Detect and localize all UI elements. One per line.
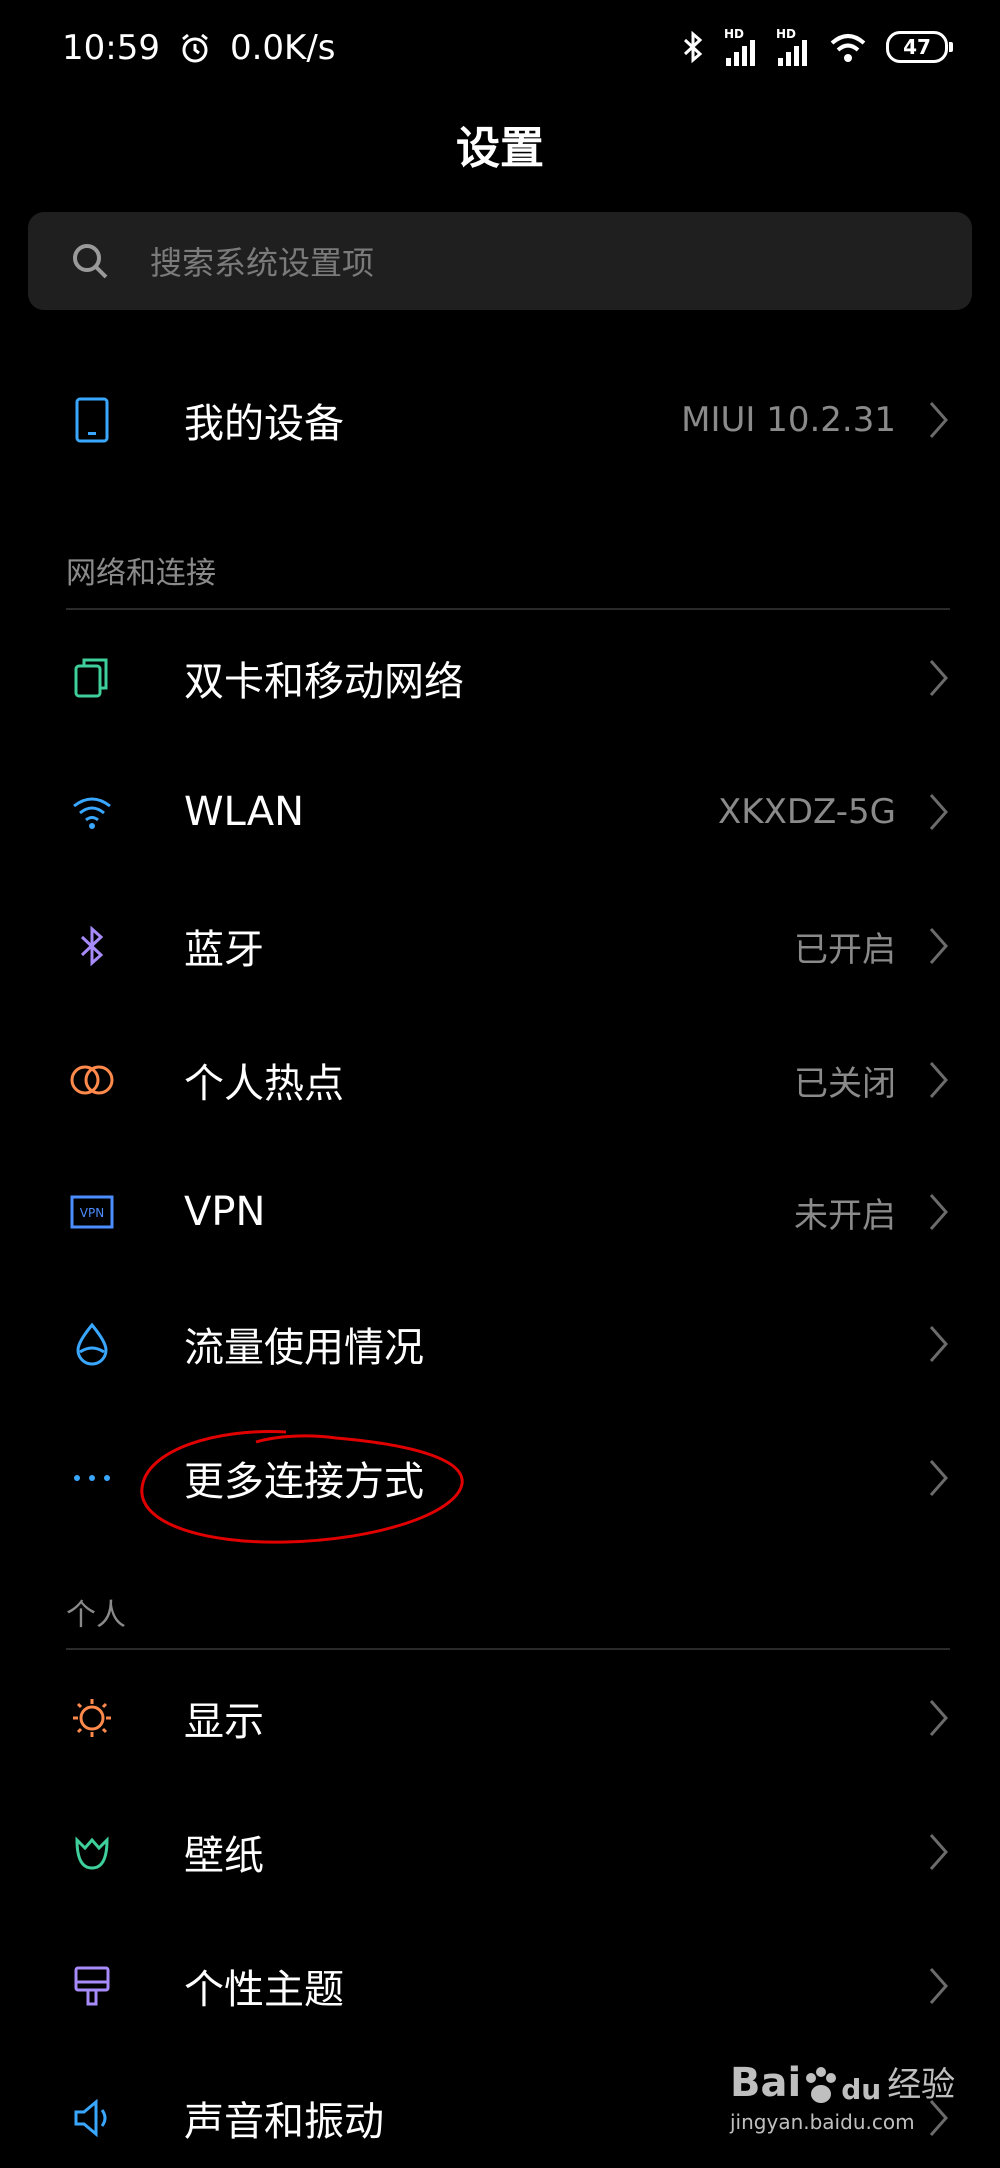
display-label: 显示 <box>184 1699 264 1745</box>
bluetooth-value: 已开启 <box>794 929 896 970</box>
chevron-right-icon <box>929 928 949 964</box>
divider <box>66 608 950 610</box>
display-item[interactable]: 显示 <box>0 1668 1000 1768</box>
more-icon <box>66 1452 118 1504</box>
wlan-label: WLAN <box>184 789 305 835</box>
data-usage-icon <box>66 1318 118 1370</box>
vpn-icon: VPN <box>66 1186 118 1238</box>
paw-icon <box>806 2067 837 2103</box>
wifi-icon <box>66 786 118 838</box>
watermark-brand2: du <box>841 2073 882 2106</box>
network-speed: 0.0K/s <box>229 28 336 68</box>
wlan-value: XKXDZ-5G <box>717 792 896 832</box>
svg-text:VPN: VPN <box>80 1206 104 1220</box>
my-device-item[interactable]: 我的设备 MIUI 10.2.31 <box>0 370 1000 470</box>
section-personal: 个人 <box>66 1598 126 1633</box>
theme-icon <box>66 1960 118 2012</box>
vpn-item[interactable]: VPN VPN 未开启 <box>0 1162 1000 1262</box>
hd-label: HD <box>724 27 745 41</box>
status-bar: 10:59 0.0K/s HD HD 47 <box>0 0 1000 100</box>
wallpaper-label: 壁纸 <box>184 1833 264 1879</box>
chevron-right-icon <box>929 1460 949 1496</box>
theme-label: 个性主题 <box>184 1967 344 2013</box>
hotspot-label: 个人热点 <box>184 1061 344 1107</box>
hotspot-item[interactable]: 个人热点 已关闭 <box>0 1030 1000 1130</box>
bluetooth-label: 蓝牙 <box>184 927 264 973</box>
sound-label: 声音和振动 <box>184 2099 384 2145</box>
clock: 10:59 <box>62 28 160 68</box>
chevron-right-icon <box>929 1834 949 1870</box>
alarm-icon <box>182 33 208 63</box>
data-usage-item[interactable]: 流量使用情况 <box>0 1294 1000 1394</box>
data-usage-label: 流量使用情况 <box>184 1325 424 1371</box>
chevron-right-icon <box>929 1194 949 1230</box>
theme-item[interactable]: 个性主题 <box>0 1936 1000 2036</box>
vpn-label: VPN <box>184 1189 266 1235</box>
section-network: 网络和连接 <box>66 556 216 591</box>
chevron-right-icon <box>929 1062 949 1098</box>
chevron-right-icon <box>929 1968 949 2004</box>
page-title: 设置 <box>456 123 544 174</box>
search-bar[interactable]: 搜索系统设置项 <box>28 212 972 310</box>
sim-card-icon <box>66 652 118 704</box>
hd-label: HD <box>776 27 797 41</box>
red-circle-annotation <box>140 1430 464 1544</box>
wlan-item[interactable]: WLAN XKXDZ-5G <box>0 762 1000 862</box>
bluetooth-item[interactable]: 蓝牙 已开启 <box>0 896 1000 996</box>
wifi-status-icon <box>830 34 866 62</box>
signal-icon <box>726 40 755 66</box>
watermark-suffix: 经验 <box>887 2065 956 2105</box>
chevron-right-icon <box>929 1326 949 1362</box>
brightness-icon <box>66 1692 118 1744</box>
battery-indicator: 47 <box>886 31 953 63</box>
chevron-right-icon <box>929 1700 949 1736</box>
chevron-right-icon <box>929 794 949 830</box>
hotspot-icon <box>66 1054 118 1106</box>
wallpaper-item[interactable]: 壁纸 <box>0 1802 1000 1902</box>
search-placeholder: 搜索系统设置项 <box>150 244 375 282</box>
divider <box>66 1648 950 1650</box>
sim-network-label: 双卡和移动网络 <box>184 659 464 705</box>
phone-icon <box>66 394 118 446</box>
bluetooth-status-icon <box>683 30 703 64</box>
watermark-url: jingyan.baidu.com <box>730 2110 915 2134</box>
search-icon <box>73 244 108 279</box>
chevron-right-icon <box>929 660 949 696</box>
my-device-value: MIUI 10.2.31 <box>681 400 896 440</box>
my-device-label: 我的设备 <box>184 401 344 447</box>
wallpaper-icon <box>66 1826 118 1878</box>
hotspot-value: 已关闭 <box>794 1063 896 1104</box>
signal-icon <box>778 40 807 66</box>
bluetooth-icon <box>66 920 118 972</box>
sim-network-item[interactable]: 双卡和移动网络 <box>0 628 1000 728</box>
baidu-watermark: Bai du 经验 jingyan.baidu.com <box>730 2037 960 2157</box>
vpn-value: 未开启 <box>794 1195 896 1236</box>
chevron-right-icon <box>929 402 949 438</box>
sound-icon <box>66 2092 118 2144</box>
watermark-brand: Bai <box>730 2060 802 2106</box>
